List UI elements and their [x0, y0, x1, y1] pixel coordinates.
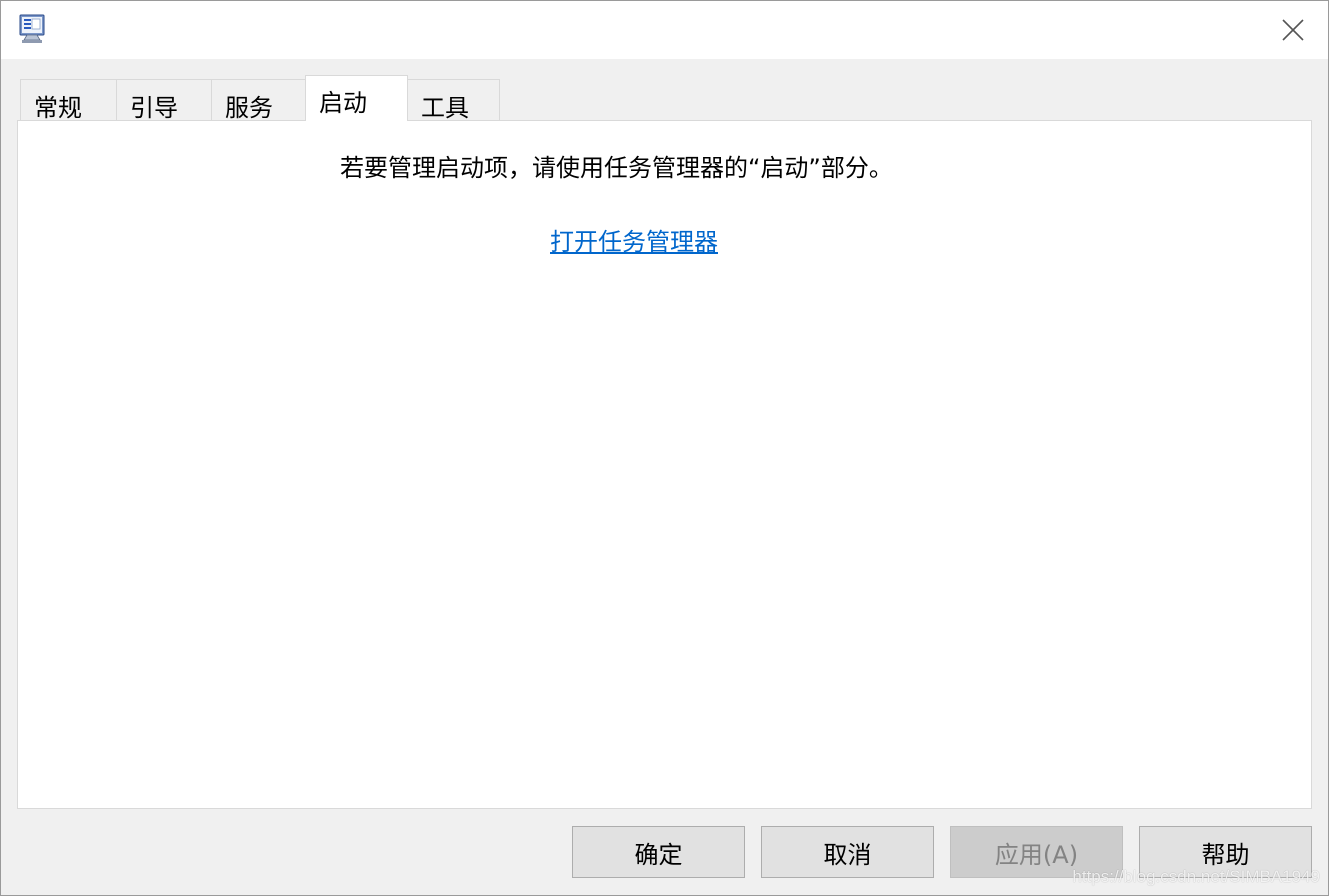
dialog-window: 常规 引导 服务 启动 工具 若要管理启动项，请使用任务管理器的“启动”部分。 … [0, 0, 1329, 896]
tab-general[interactable]: 常规 [20, 79, 117, 122]
ok-button[interactable]: 确定 [572, 826, 745, 878]
cancel-button[interactable]: 取消 [761, 826, 934, 878]
tab-startup[interactable]: 启动 [305, 75, 408, 121]
system-config-icon [19, 14, 45, 43]
tab-boot[interactable]: 引导 [116, 79, 212, 122]
watermark-text: https://blog.csdn.net/SIMBA1949 [1072, 867, 1320, 886]
startup-panel: 若要管理启动项，请使用任务管理器的“启动”部分。 打开任务管理器 [17, 120, 1312, 809]
tab-services[interactable]: 服务 [211, 79, 306, 122]
tab-strip: 常规 引导 服务 启动 工具 [20, 75, 500, 122]
title-bar[interactable] [1, 1, 1328, 59]
startup-hint-text: 若要管理启动项，请使用任务管理器的“启动”部分。 [340, 154, 893, 182]
close-icon [1282, 19, 1304, 41]
tab-tools[interactable]: 工具 [407, 79, 500, 122]
open-task-manager-link[interactable]: 打开任务管理器 [550, 222, 718, 257]
close-button[interactable] [1258, 1, 1328, 59]
